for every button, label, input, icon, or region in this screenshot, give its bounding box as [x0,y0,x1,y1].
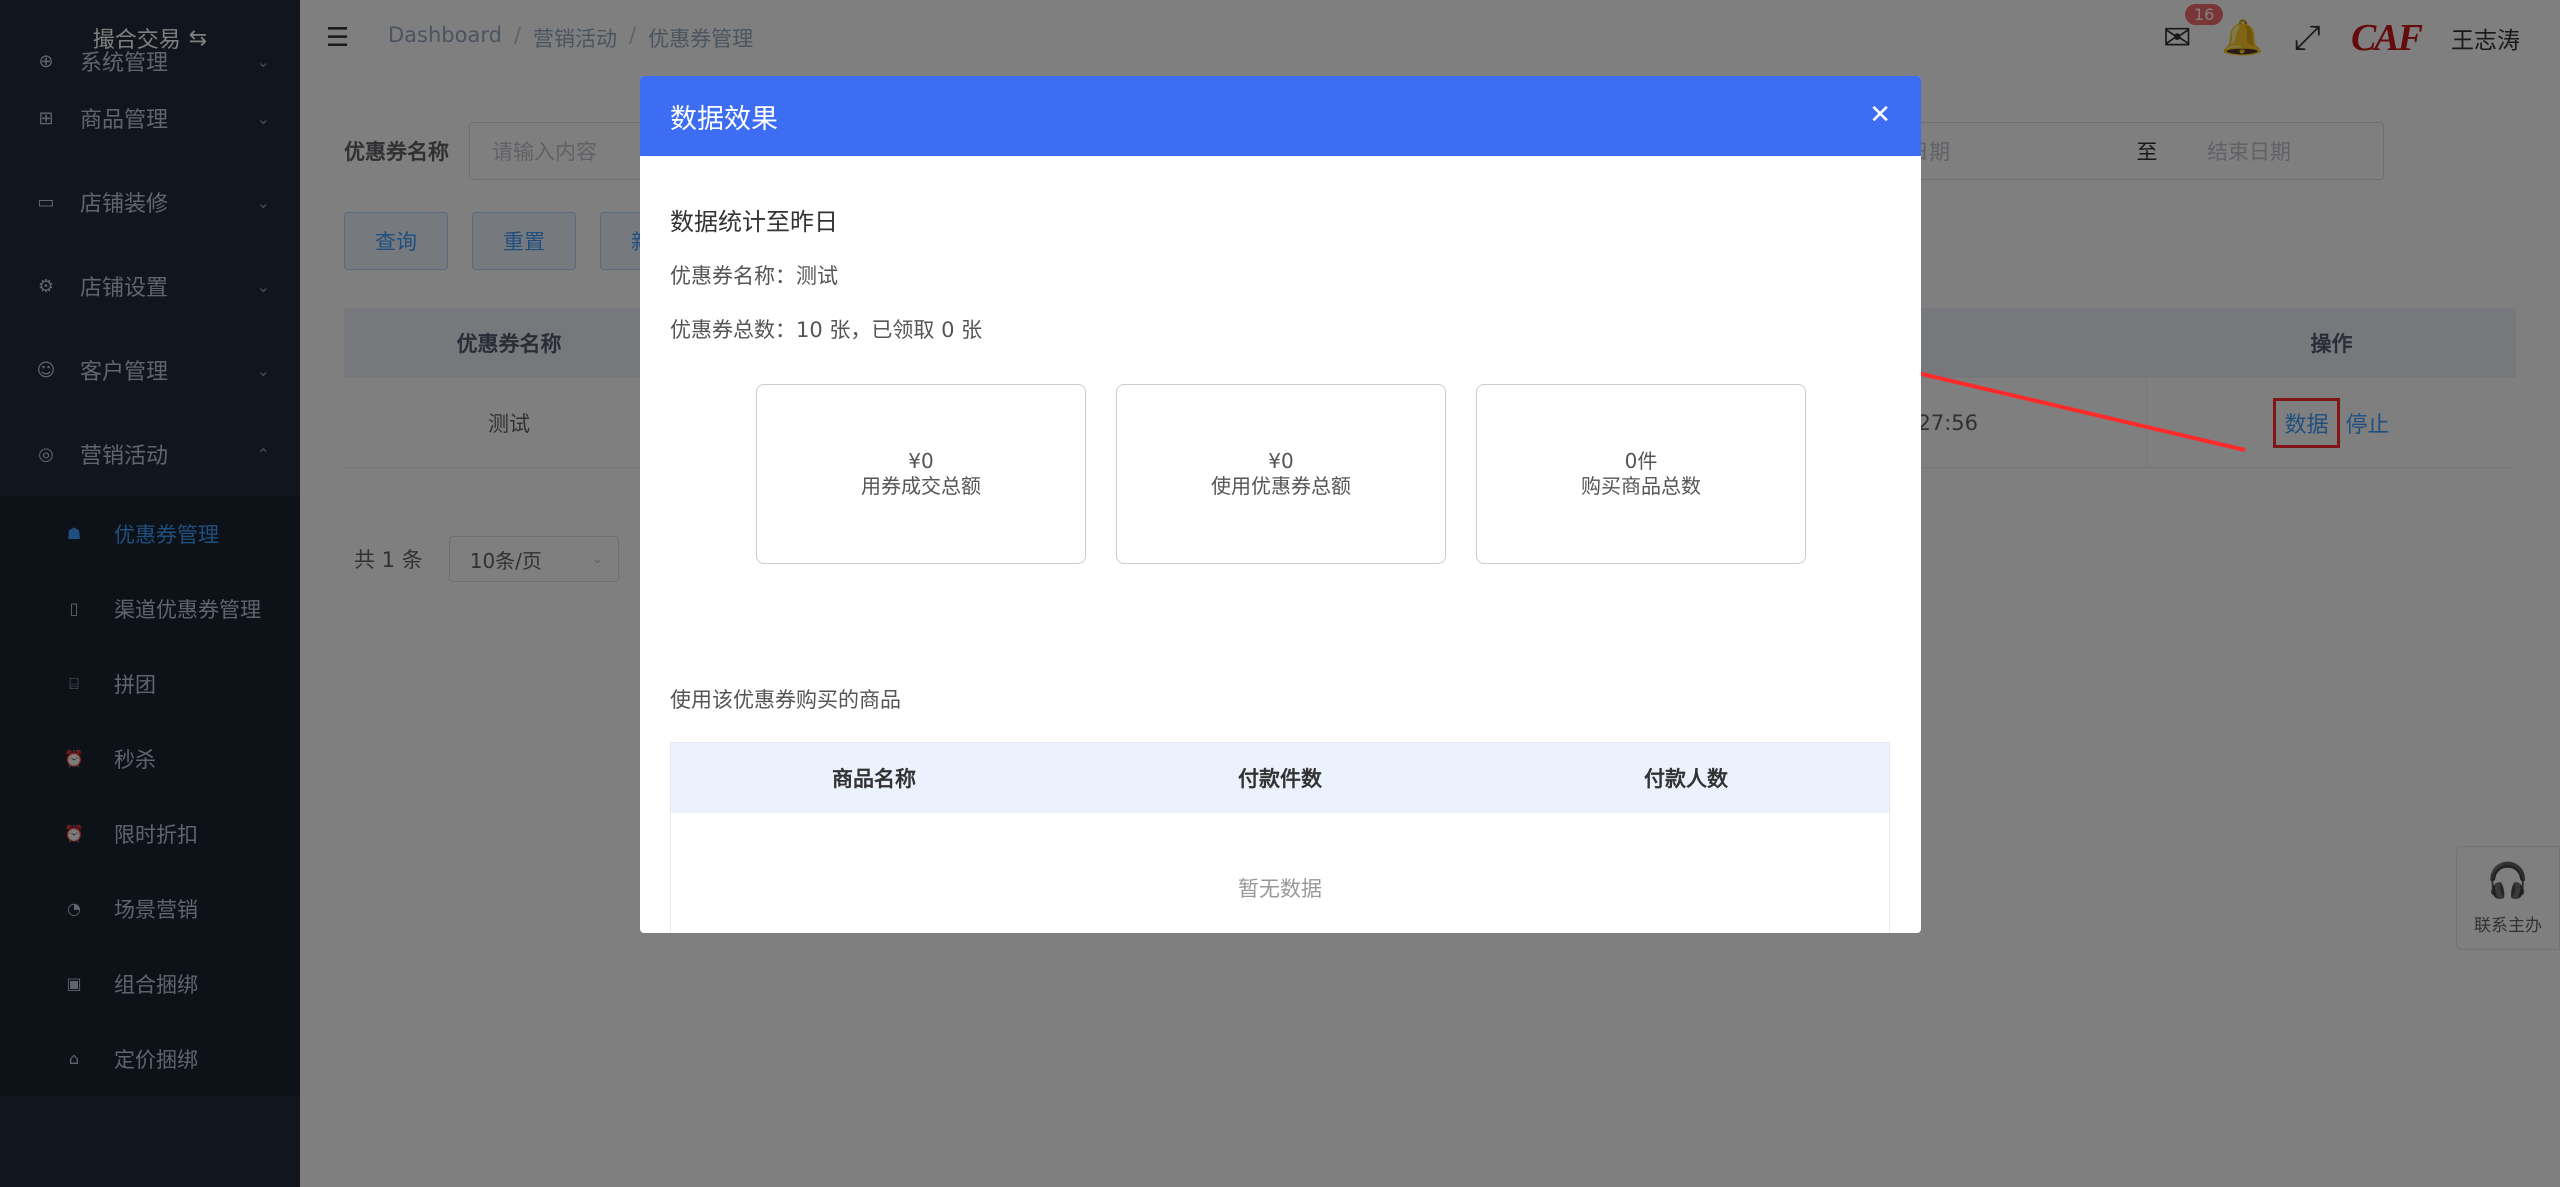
stat-label: 购买商品总数 [1581,474,1701,498]
stat-cards: ¥0 用券成交总额 ¥0 使用优惠券总额 0件 购买商品总数 [756,384,1806,564]
stat-label: 用券成交总额 [861,474,981,498]
data-effect-dialog: 数据效果 ✕ 数据统计至昨日 优惠券名称：测试 优惠券总数：10 张，已领取 0… [640,76,1921,933]
coupon-name-info: 优惠券名称：测试 [670,264,838,288]
stat-card-deal-total: ¥0 用券成交总额 [756,384,1086,564]
col-header-goods-name: 商品名称 [832,767,916,791]
col-header-paid-users: 付款人数 [1644,767,1728,791]
stat-label: 使用优惠券总额 [1211,474,1351,498]
goods-table: 商品名称 付款件数 付款人数 暂无数据 [670,742,1890,933]
goods-section-title: 使用该优惠券购买的商品 [670,688,901,712]
dialog-body: 数据统计至昨日 优惠券名称：测试 优惠券总数：10 张，已领取 0 张 ¥0 用… [640,156,1921,933]
stat-card-goods-count: 0件 购买商品总数 [1476,384,1806,564]
dialog-title: 数据效果 [670,103,778,135]
stat-title: 数据统计至昨日 [670,208,838,236]
coupon-total-info: 优惠券总数：10 张，已领取 0 张 [670,318,983,342]
empty-state: 暂无数据 [1238,877,1322,901]
col-header-paid-qty: 付款件数 [1238,767,1322,791]
stat-card-coupon-total: ¥0 使用优惠券总额 [1116,384,1446,564]
stat-value: ¥0 [908,449,934,473]
close-icon[interactable]: ✕ [1869,100,1891,130]
goods-table-header: 商品名称 付款件数 付款人数 [671,743,1889,813]
stat-value: 0件 [1624,449,1658,473]
dialog-header: 数据效果 ✕ [640,76,1921,156]
stat-value: ¥0 [1268,449,1294,473]
